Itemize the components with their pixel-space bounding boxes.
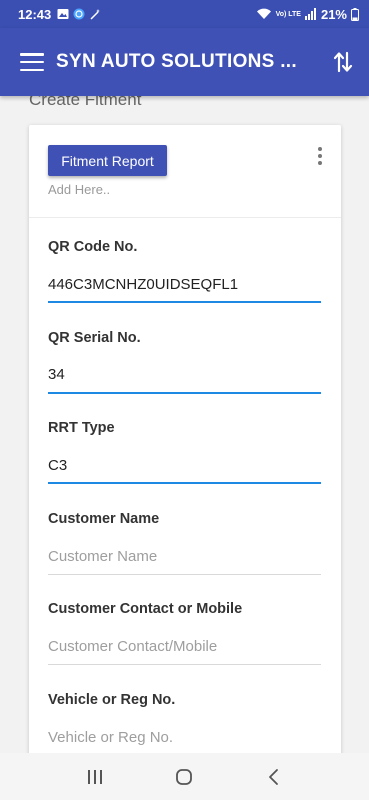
battery-percent: 21% [320,6,347,22]
card-header: Fitment Report Add Here.. [29,125,341,218]
vehicle-reg-input[interactable] [48,719,321,756]
battery-icon [351,7,359,21]
field-label: RRT Type [48,420,115,436]
signal-icon [304,8,317,20]
field-vehicle-reg: Vehicle or Reg No. [48,671,322,762]
add-here-hint: Add Here.. [48,182,111,197]
fitment-report-button[interactable]: Fitment Report [48,145,167,176]
qr-code-input[interactable] [48,267,321,303]
status-time: 12:43 [18,6,52,22]
back-icon[interactable] [254,757,294,797]
field-label: QR Serial No. [48,329,141,346]
customer-contact-input[interactable] [48,629,321,665]
app-title: SYN AUTO SOLUTIONS ... [56,51,297,72]
field-qr-serial: QR Serial No. [48,309,322,400]
customer-name-input[interactable] [48,538,321,575]
magic-wand-icon [89,8,101,20]
field-customer-contact: Customer Contact or Mobile [48,580,322,671]
field-customer-name: Customer Name [48,490,322,581]
field-qr-code: QR Code No. [48,218,322,309]
wifi-icon [256,8,272,20]
volte-icon: Vo) LTE [275,10,301,18]
status-bar: 12:43 Vo) LTE 21% [0,0,369,28]
home-icon[interactable] [164,757,204,797]
qr-serial-input[interactable] [48,357,321,394]
hamburger-icon[interactable] [20,53,44,71]
system-nav-bar [0,753,369,800]
field-rrt-type: RRT Type [48,399,322,490]
field-label: QR Code No. [48,239,138,255]
fitment-card: Fitment Report Add Here.. QR Code No. QR… [29,125,341,765]
recents-icon[interactable] [75,757,115,797]
app-notification-icon [73,8,85,20]
field-label: Customer Name [48,510,160,527]
field-label: Vehicle or Reg No. [48,691,176,708]
fitment-form: QR Code No. QR Serial No. RRT Type Custo… [29,218,341,761]
kebab-menu-icon[interactable] [316,147,324,165]
gallery-icon [57,8,69,20]
app-bar: SYN AUTO SOLUTIONS ... [0,28,369,96]
field-label: Customer Contact or Mobile [48,601,243,617]
rrt-type-input[interactable] [48,448,321,484]
swap-vertical-icon[interactable] [329,48,357,76]
